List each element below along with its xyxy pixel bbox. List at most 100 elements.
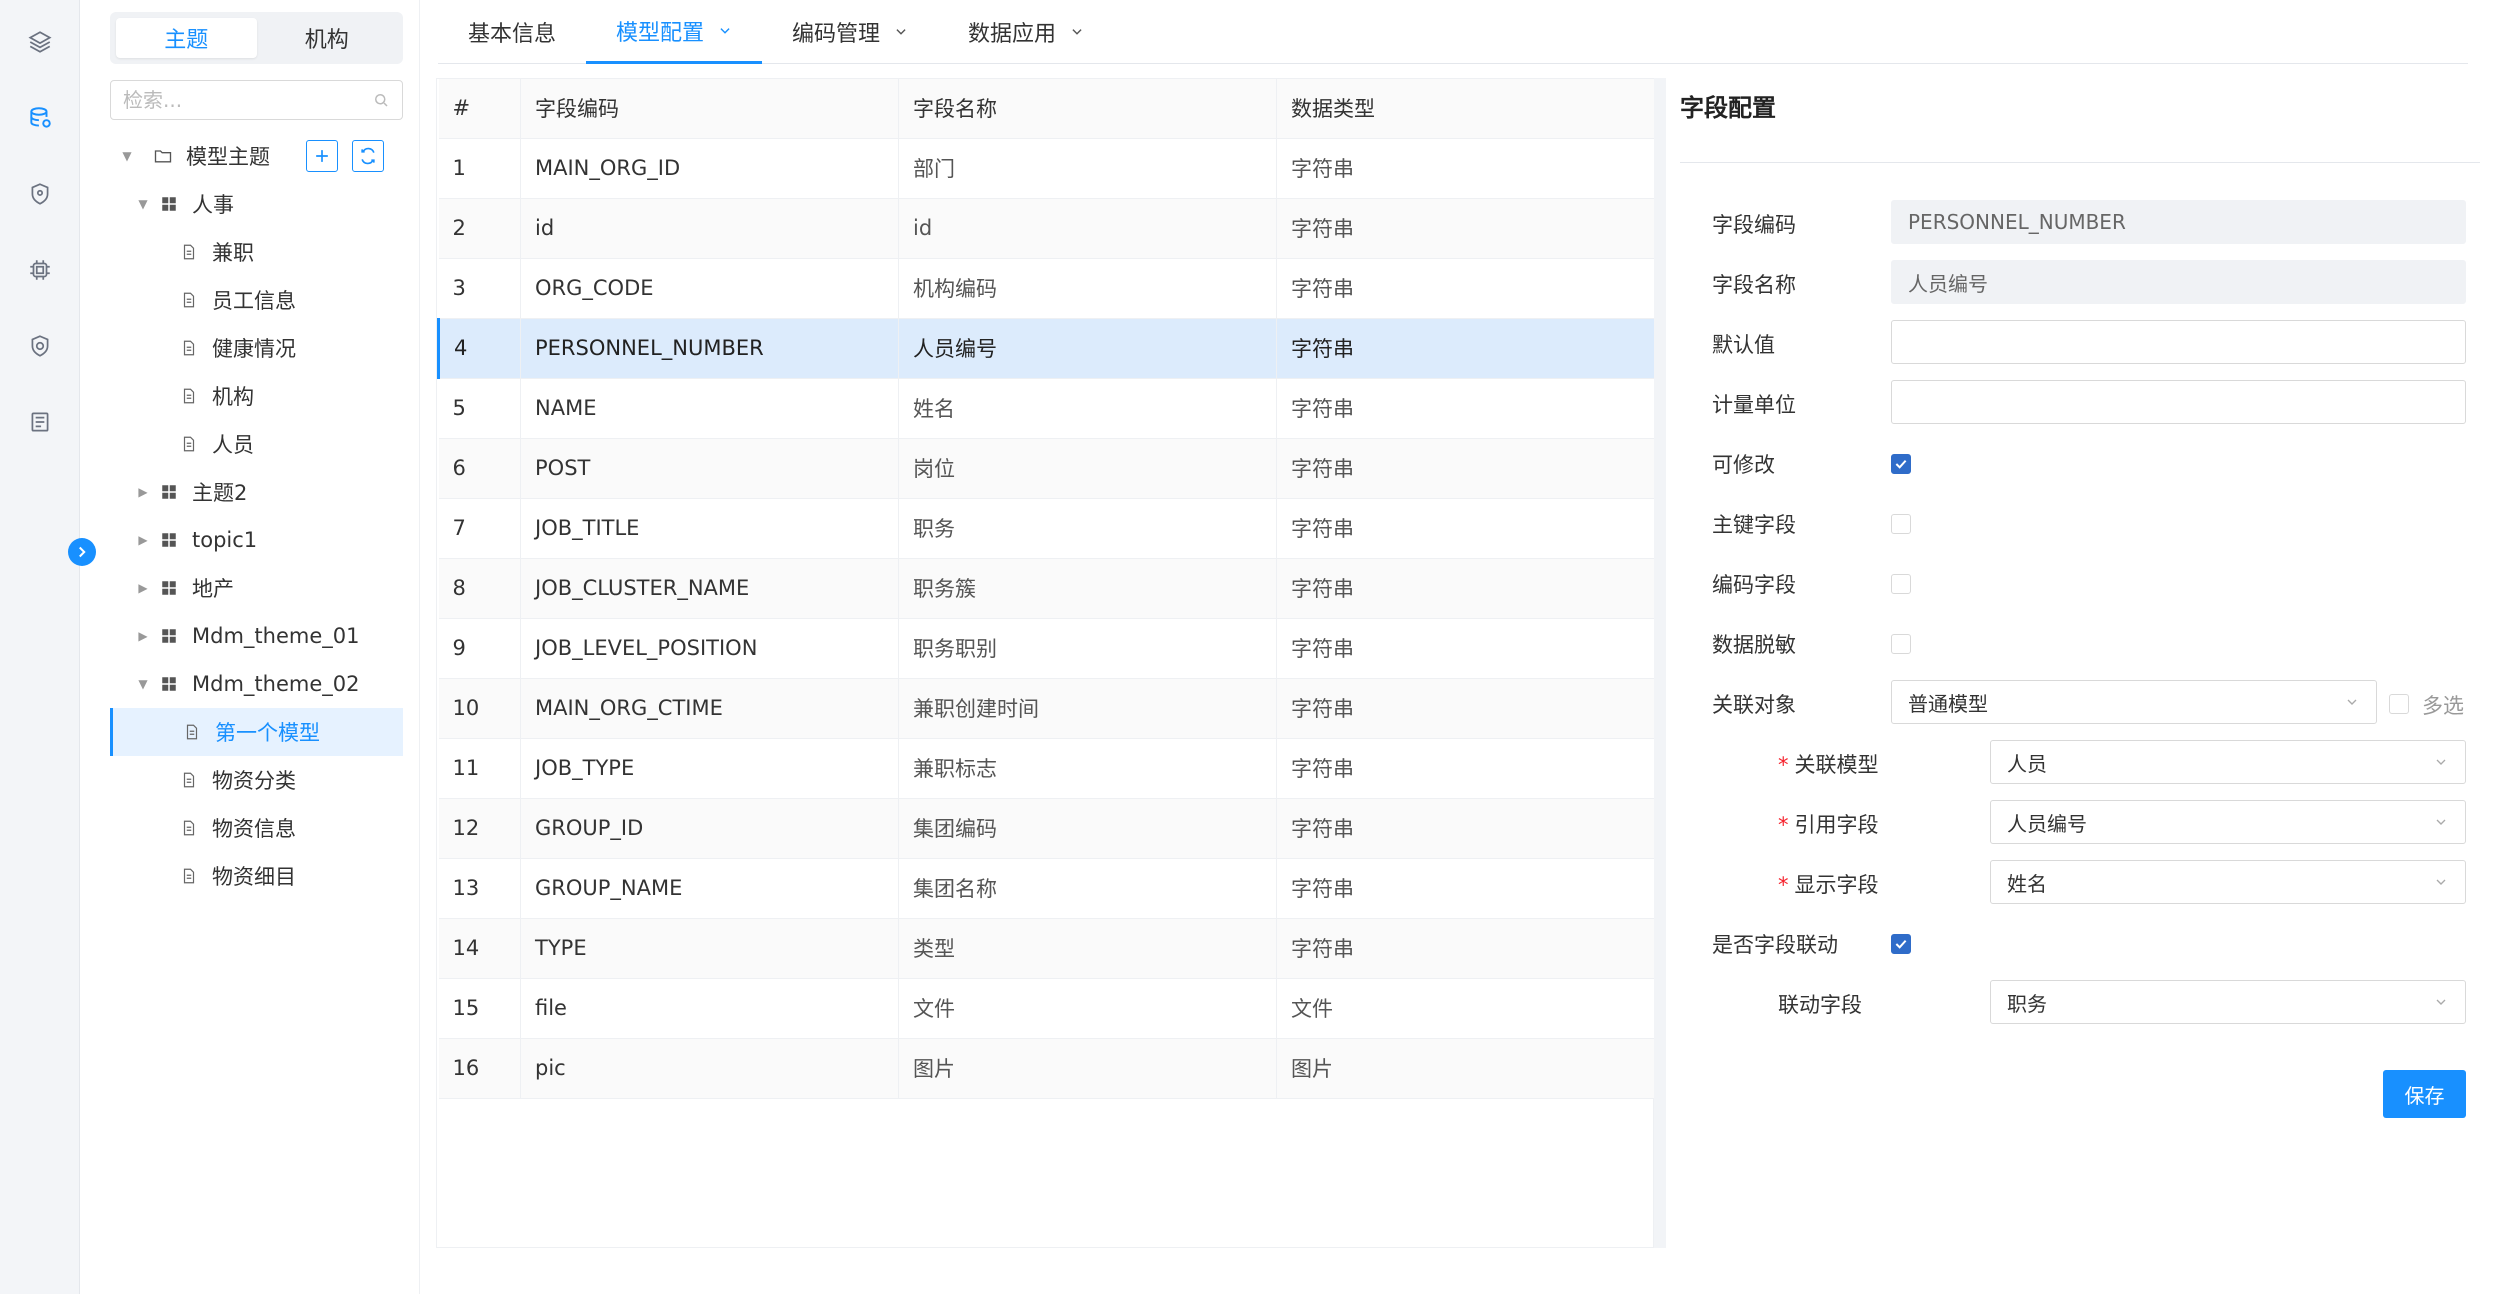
table-row[interactable]: 1 MAIN_ORG_ID 部门 字符串 [438,138,1657,199]
cell-data-type: 文件 [1276,978,1657,1039]
tab-1[interactable]: 基本信息 [438,0,586,64]
cell-field-name: 集团编码 [898,798,1277,859]
top-tabs: 基本信息 模型配置 编码管理 数据应用 [438,0,2468,64]
table-row[interactable]: 4 PERSONNEL_NUMBER 人员编号 字符串 [437,318,1657,379]
expand-sidebar-button[interactable] [68,538,96,566]
layers-icon[interactable] [24,26,56,58]
display-field-select[interactable]: 姓名 [1990,860,2466,904]
tree-model-node[interactable]: 健康情况 [110,324,403,372]
table-row[interactable]: 11 JOB_TYPE 兼职标志 字符串 [438,738,1657,799]
caret-right-icon[interactable]: ▶ [136,533,150,547]
data-mask-checkbox[interactable] [1891,634,1911,654]
editable-checkbox[interactable] [1891,454,1911,474]
cell-index: 10 [438,678,521,739]
unit-input[interactable] [1891,380,2466,424]
cell-index: 12 [438,798,521,859]
ref-field-label: 引用字段 [1794,813,1879,837]
refresh-tree-button[interactable] [352,140,384,172]
tree-group-node[interactable]: ▼ 人事 [110,180,403,228]
primary-key-checkbox[interactable] [1891,514,1911,534]
security-icon[interactable] [24,330,56,362]
assoc-object-select[interactable]: 普通模型 [1891,680,2377,724]
assoc-model-select[interactable]: 人员 [1990,740,2466,784]
table-row[interactable]: 6 POST 岗位 字符串 [438,438,1657,499]
cell-data-type: 字符串 [1276,378,1657,439]
tree-model-node[interactable]: 人员 [110,420,403,468]
ref-field-select[interactable]: 人员编号 [1990,800,2466,844]
table-row[interactable]: 12 GROUP_ID 集团编码 字符串 [438,798,1657,859]
table-row[interactable]: 16 pic 图片 图片 [438,1038,1657,1099]
table-header-row: # 字段编码 字段名称 数据类型 [438,79,1657,139]
shield-icon[interactable] [24,178,56,210]
cell-data-type: 字符串 [1276,858,1657,919]
tree-search-input[interactable] [123,88,372,112]
tree-node-list: ▼ 人事 兼职 员工信息 健康情况机构人员 ▶ 主题2 ▶ topic1 ▶ 地产 ▶ Mdm_them… [110,180,403,900]
tree-group-node[interactable]: ▶ 主题2 [110,468,403,516]
tree-root-node[interactable]: ▼ 模型主题 [110,132,403,180]
column-header-name[interactable]: 字段名称 [898,79,1277,139]
cell-field-code: JOB_TYPE [520,738,899,799]
table-row[interactable]: 10 MAIN_ORG_CTIME 兼职创建时间 字符串 [438,678,1657,739]
database-icon[interactable] [24,102,56,134]
table-row[interactable]: 5 NAME 姓名 字符串 [438,378,1657,439]
caret-down-icon[interactable]: ▼ [120,149,134,163]
table-body: 1 MAIN_ORG_ID 部门 字符串 2 id id 字符串 3 ORG_CODE 机构编码 字符… [437,138,1657,1099]
table-row[interactable]: 14 TYPE 类型 字符串 [438,918,1657,979]
table-row[interactable]: 9 JOB_LEVEL_POSITION 职务职别 字符串 [438,618,1657,679]
tree-node-label: 机构 [212,385,254,409]
multi-select-checkbox[interactable] [2389,694,2409,714]
tree-model-node[interactable]: 物资细目 [110,852,403,900]
caret-down-icon[interactable]: ▼ [136,197,150,211]
display-field-value: 姓名 [2007,871,2047,896]
chip-icon[interactable] [24,254,56,286]
tree-group-node[interactable]: ▼ Mdm_theme_02 [110,660,403,708]
linkage-checkbox[interactable] [1891,934,1911,954]
list-icon[interactable] [24,406,56,438]
cell-index: 5 [438,378,521,439]
table-row[interactable]: 13 GROUP_NAME 集团名称 字符串 [438,858,1657,919]
search-icon[interactable] [372,90,390,110]
cell-data-type: 字符串 [1276,798,1657,859]
tree-group-node[interactable]: ▶ Mdm_theme_01 [110,612,403,660]
tree-model-node[interactable]: 物资信息 [110,804,403,852]
save-button[interactable]: 保存 [2383,1070,2466,1118]
field-table: # 字段编码 字段名称 数据类型 1 MAIN_ORG_ID 部门 字符串 2 id id 字… [436,78,1657,1248]
column-header-type[interactable]: 数据类型 [1276,79,1657,139]
cell-data-type: 图片 [1276,1038,1657,1099]
column-header-code[interactable]: 字段编码 [520,79,899,139]
tree-model-node[interactable]: 物资分类 [110,756,403,804]
caret-right-icon[interactable]: ▶ [136,485,150,499]
table-row[interactable]: 15 file 文件 文件 [438,978,1657,1039]
table-row[interactable]: 7 JOB_TITLE 职务 字符串 [438,498,1657,559]
caret-right-icon[interactable]: ▶ [136,581,150,595]
tree-model-node[interactable]: 机构 [110,372,403,420]
caret-right-icon[interactable]: ▶ [136,629,150,643]
document-icon [178,289,200,311]
table-row[interactable]: 2 id id 字符串 [438,198,1657,259]
tab-2[interactable]: 模型配置 [586,0,763,64]
segment-theme[interactable]: 主题 [116,18,257,58]
config-title: 字段配置 [1680,94,1776,122]
table-row[interactable]: 8 JOB_CLUSTER_NAME 职务簇 字符串 [438,558,1657,619]
check-icon [1895,939,1907,949]
document-icon [178,817,200,839]
table-row[interactable]: 3 ORG_CODE 机构编码 字符串 [438,258,1657,319]
tree-group-node[interactable]: ▶ 地产 [110,564,403,612]
caret-down-icon[interactable]: ▼ [136,677,150,691]
add-node-button[interactable] [306,140,338,172]
cell-index: 8 [438,558,521,619]
segment-org[interactable]: 机构 [257,18,398,58]
cell-field-name: 兼职创建时间 [898,678,1277,739]
grid-icon [158,673,180,695]
tree-group-node[interactable]: ▶ topic1 [110,516,403,564]
tree-model-node[interactable]: 员工信息 [110,276,403,324]
linkage-field-select[interactable]: 职务 [1990,980,2466,1024]
tab-3[interactable]: 编码管理 [762,0,938,64]
tree-model-node[interactable]: 第一个模型 [110,708,403,756]
default-value-input[interactable] [1891,320,2466,364]
tree-model-node[interactable]: 兼职 [110,228,403,276]
panel-splitter[interactable] [1654,78,1666,1248]
cell-index: 2 [438,198,521,259]
tab-4[interactable]: 数据应用 [938,0,1114,64]
code-field-checkbox[interactable] [1891,574,1911,594]
